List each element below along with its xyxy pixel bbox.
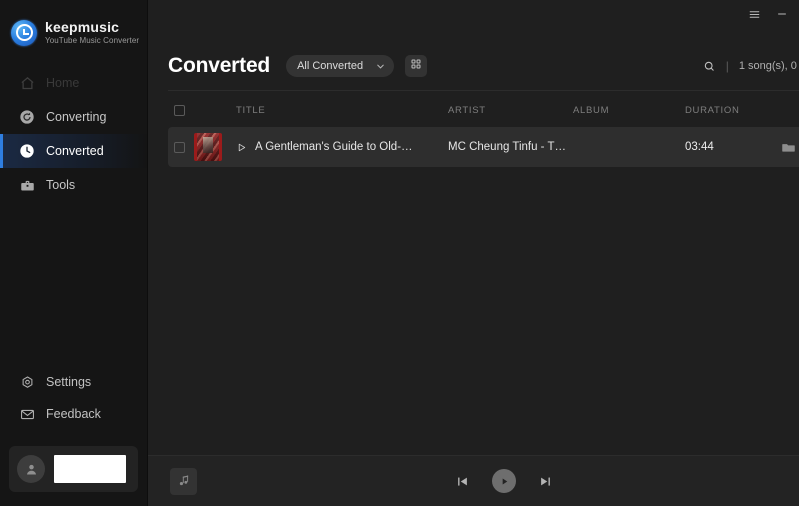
grid-view-toggle[interactable] <box>405 55 428 77</box>
selection-status: 1 song(s), 0 selected. <box>738 60 799 72</box>
filter-dropdown[interactable]: All Converted <box>286 55 395 77</box>
music-note-icon <box>170 467 197 495</box>
sidebar-item-label: Feedback <box>46 407 101 421</box>
account-name <box>54 455 126 483</box>
filter-dropdown-label: All Converted <box>297 60 364 72</box>
sidebar-item-home[interactable]: Home <box>0 66 147 100</box>
content: Converted All Converted | 1 song(s), 0 T… <box>148 28 799 455</box>
sidebar-item-tools[interactable]: Tools <box>0 168 147 202</box>
sidebar-item-label: Settings <box>46 375 92 389</box>
home-icon <box>19 75 35 91</box>
header-divider <box>168 90 799 91</box>
song-duration: 03:44 <box>685 141 714 153</box>
sidebar-item-label: Converting <box>46 110 107 124</box>
sidebar-item-label: Home <box>46 76 80 90</box>
user-avatar-icon <box>17 455 45 483</box>
next-track-icon[interactable] <box>538 474 553 489</box>
refresh-icon <box>19 109 35 125</box>
envelope-icon <box>19 406 35 422</box>
column-header-album: ALBUM <box>573 104 610 116</box>
sidebar-item-converted[interactable]: Converted <box>0 134 147 168</box>
folder-icon[interactable] <box>781 140 796 155</box>
brand-subtitle: YouTube Music Converter <box>45 36 140 45</box>
column-header-duration: DURATION <box>685 104 740 116</box>
sidebar-item-feedback[interactable]: Feedback <box>0 398 147 430</box>
song-title: A Gentleman's Guide to Old-… <box>255 141 413 153</box>
toolbox-icon <box>19 177 35 193</box>
player-bar <box>148 455 799 506</box>
gear-icon <box>19 374 35 390</box>
song-artist: MC Cheung Tinfu - T… <box>448 141 567 153</box>
row-checkbox[interactable] <box>174 141 185 153</box>
sidebar-item-settings[interactable]: Settings <box>0 366 147 398</box>
select-all-checkbox[interactable] <box>174 104 185 116</box>
sidebar-item-label: Tools <box>46 178 76 192</box>
column-header-artist: ARTIST <box>448 104 486 116</box>
grid-view-icon <box>410 57 422 75</box>
clock-icon <box>19 143 35 159</box>
application-window: keepmusic YouTube Music Converter Home C… <box>0 0 799 506</box>
minimize-icon[interactable] <box>768 2 796 26</box>
album-art-thumbnail <box>194 133 222 161</box>
hamburger-menu-icon[interactable] <box>740 2 768 26</box>
brand-name: keepmusic <box>45 19 120 35</box>
sidebar: keepmusic YouTube Music Converter Home C… <box>0 0 148 506</box>
sidebar-bottom-nav: Settings Feedback <box>0 366 147 438</box>
header-status-area: | 1 song(s), 0 selected. <box>703 59 799 73</box>
transport-controls <box>148 469 799 493</box>
play-clock-logo-icon <box>11 19 37 46</box>
sidebar-nav: Home Converting Converted Tools <box>0 66 147 202</box>
play-button[interactable] <box>492 469 516 493</box>
account-row[interactable] <box>9 446 138 492</box>
page-header: Converted All Converted | 1 song(s), 0 <box>168 44 799 88</box>
table-header: TITLE ARTIST ALBUM DURATION <box>168 95 799 125</box>
main-area: Converted All Converted | 1 song(s), 0 T… <box>148 0 799 506</box>
column-header-title: TITLE <box>236 104 266 116</box>
header-separator: | <box>725 59 729 73</box>
page-title: Converted <box>168 54 271 77</box>
brand: keepmusic YouTube Music Converter <box>0 0 147 52</box>
chevron-down-icon <box>375 61 386 72</box>
titlebar <box>148 0 799 28</box>
previous-track-icon[interactable] <box>455 474 470 489</box>
search-icon[interactable] <box>703 60 716 73</box>
sidebar-item-label: Converted <box>46 144 104 158</box>
table-row[interactable]: A Gentleman's Guide to Old-… MC Cheung T… <box>168 127 799 167</box>
play-icon[interactable] <box>236 142 247 153</box>
sidebar-item-converting[interactable]: Converting <box>0 100 147 134</box>
